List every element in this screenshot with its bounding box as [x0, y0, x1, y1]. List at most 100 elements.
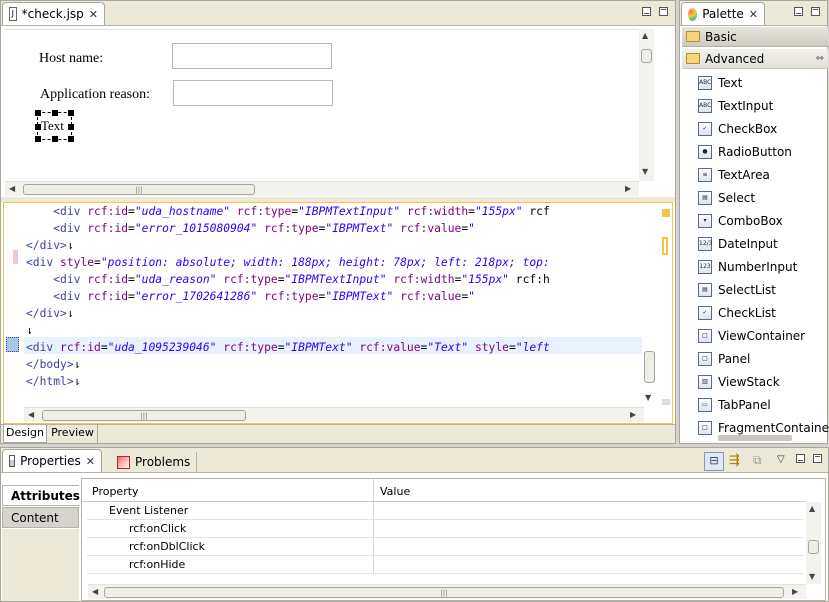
- combobox-icon: ▾: [698, 214, 712, 228]
- palette-item-label: Text: [718, 76, 743, 90]
- host-name-label: Host name:: [39, 51, 104, 66]
- tab-preview[interactable]: Preview: [48, 425, 98, 443]
- table-row[interactable]: rcf:onDblClick: [87, 538, 803, 556]
- source-editor[interactable]: <div rcf:id="uda_hostname" rcf:type="IBP…: [3, 202, 673, 424]
- palette-item-numberinput[interactable]: 123 NumberInput: [698, 258, 797, 276]
- palette-item-label: TextInput: [718, 99, 774, 113]
- drawer-advanced[interactable]: Advanced ⇔: [682, 49, 828, 69]
- palette-item-textinput[interactable]: ABC TextInput: [698, 97, 773, 115]
- side-tab-content[interactable]: Content: [2, 507, 79, 528]
- minimize-icon[interactable]: [642, 7, 651, 16]
- tab-check-jsp[interactable]: J *check.jsp ✕: [2, 2, 105, 25]
- drawer-basic-label: Basic: [705, 29, 737, 44]
- tab-design[interactable]: Design: [3, 425, 47, 443]
- palette-scroll-indicator[interactable]: [718, 435, 792, 441]
- toolbar-categories-button[interactable]: ⊟: [704, 452, 724, 471]
- palette-item-textarea[interactable]: ≡ TextArea: [698, 166, 770, 184]
- palette-item-viewcontainer[interactable]: □ ViewContainer: [698, 327, 805, 345]
- column-property[interactable]: Property: [82, 479, 374, 501]
- dateinput-icon: 12/3: [698, 237, 712, 251]
- palette-item-checklist[interactable]: ✓ CheckList: [698, 304, 776, 322]
- pin-icon[interactable]: ⇔: [816, 53, 824, 64]
- palette-item-label: TextArea: [718, 168, 770, 182]
- toolbar-filter-icon[interactable]: ⇶: [729, 453, 740, 468]
- palette-item-label: CheckBox: [718, 122, 778, 136]
- textinput-icon: ABC: [698, 99, 712, 113]
- maximize-icon[interactable]: [813, 454, 822, 463]
- palette-item-radiobutton[interactable]: ● RadioButton: [698, 143, 792, 161]
- table-row[interactable]: rcf:onClick: [87, 520, 803, 538]
- tab-properties[interactable]: Properties ✕: [2, 449, 102, 472]
- code-line: </body>⇂: [26, 358, 81, 371]
- palette-item-label: Select: [718, 191, 756, 205]
- properties-horizontal-scrollbar[interactable]: ◀ ||| ▶: [88, 584, 806, 599]
- tabpanel-icon: ▭: [698, 398, 712, 412]
- palette-item-select[interactable]: ▤ Select: [698, 189, 755, 207]
- maximize-icon[interactable]: [811, 7, 820, 16]
- radiobutton-icon: ●: [698, 145, 712, 159]
- maximize-icon[interactable]: [659, 7, 668, 16]
- reason-input[interactable]: [173, 80, 333, 106]
- folder-open-icon: [686, 53, 700, 64]
- table-header: Property Value: [82, 479, 806, 502]
- palette-icon: [688, 7, 698, 21]
- palette-item-label: RadioButton: [718, 145, 792, 159]
- jsp-file-icon: J: [9, 7, 17, 21]
- palette-item-label: ViewContainer: [718, 329, 806, 343]
- side-tab-attributes[interactable]: Attributes: [2, 485, 80, 506]
- table-row[interactable]: rcf:onHide: [87, 556, 803, 574]
- table-row[interactable]: Event Listener: [87, 502, 803, 520]
- overview-ruler: [660, 203, 672, 408]
- palette-item-dateinput[interactable]: 12/3 DateInput: [698, 235, 778, 253]
- minimize-icon[interactable]: [796, 454, 805, 463]
- tab-problems[interactable]: Problems: [117, 452, 198, 472]
- palette-item-viewstack[interactable]: ▥ ViewStack: [698, 373, 780, 391]
- text-icon: ABC: [698, 76, 712, 90]
- selectlist-icon: ▤: [698, 283, 712, 297]
- column-value[interactable]: Value: [374, 479, 410, 501]
- property-name: rcf:onDblClick: [87, 538, 374, 555]
- palette-item-panel[interactable]: □ Panel: [698, 350, 750, 368]
- numberinput-icon: 123: [698, 260, 712, 274]
- tab-properties-label: Properties: [20, 454, 81, 468]
- checklist-icon: ✓: [698, 306, 712, 320]
- panel-icon: □: [698, 352, 712, 366]
- tab-palette[interactable]: Palette ✕: [681, 2, 765, 25]
- code-line: </html>⇂: [26, 375, 81, 388]
- tab-label: *check.jsp: [21, 7, 84, 21]
- design-canvas[interactable]: Host name: Application reason: Text: [5, 29, 641, 181]
- palette-item-label: NumberInput: [718, 260, 798, 274]
- palette-item-selectlist[interactable]: ▤ SelectList: [698, 281, 776, 299]
- selected-text-widget[interactable]: Text: [35, 110, 74, 142]
- view-menu-icon[interactable]: ▽: [777, 454, 785, 465]
- palette-item-label: Panel: [718, 352, 751, 366]
- palette-item-checkbox[interactable]: ✓ CheckBox: [698, 120, 777, 138]
- host-name-input[interactable]: [172, 43, 332, 69]
- close-icon[interactable]: ✕: [89, 8, 98, 21]
- close-icon[interactable]: ✕: [749, 8, 758, 21]
- property-name: rcf:onClick: [87, 520, 374, 537]
- text-widget-label: Text: [41, 118, 64, 133]
- code-line: <div rcf:id="uda_1095239046" rcf:type="I…: [26, 341, 550, 354]
- viewcontainer-icon: □: [698, 329, 712, 343]
- toolbar-restore-icon[interactable]: ⧉: [753, 453, 762, 468]
- palette-item-label: CheckList: [718, 306, 776, 320]
- fragmentcontainer-icon: □: [698, 421, 712, 435]
- palette-item-tabpanel[interactable]: ▭ TabPanel: [698, 396, 771, 414]
- palette-item-combobox[interactable]: ▾ ComboBox: [698, 212, 783, 230]
- palette-item-text[interactable]: ABC Text: [698, 74, 742, 92]
- minimize-icon[interactable]: [794, 7, 803, 16]
- code-vertical-scrollbar[interactable]: ▼: [642, 203, 657, 408]
- tab-problems-label: Problems: [135, 455, 191, 469]
- code-horizontal-scrollbar[interactable]: ◀ ||| ▶: [24, 407, 644, 422]
- design-horizontal-scrollbar[interactable]: ◀ ||| ▶: [5, 181, 639, 196]
- design-vertical-scrollbar[interactable]: ▲ ▼: [639, 29, 654, 181]
- palette-item-label: ViewStack: [718, 375, 780, 389]
- palette-item-label: FragmentContainer: [718, 421, 829, 435]
- property-name: Event Listener: [87, 502, 374, 519]
- drawer-basic[interactable]: Basic: [682, 27, 828, 47]
- close-icon[interactable]: ✕: [86, 455, 95, 468]
- palette-title: Palette: [702, 7, 744, 21]
- properties-vertical-scrollbar[interactable]: ▲ ▼: [806, 502, 821, 584]
- palette-item-label: ComboBox: [718, 214, 783, 228]
